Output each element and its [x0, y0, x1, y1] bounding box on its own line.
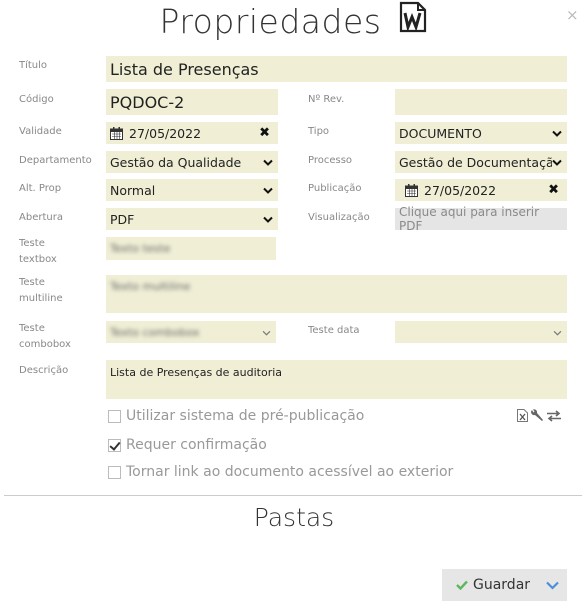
- teste-combobox-value: Texto combobox: [110, 325, 200, 339]
- link-exterior-label: Tornar link ao documento acessível ao ex…: [126, 464, 454, 480]
- chevron-down-icon: [553, 325, 562, 340]
- tipo-select[interactable]: DOCUMENTO: [395, 122, 567, 144]
- descricao-textarea[interactable]: Lista de Presenças de auditoria: [106, 360, 567, 399]
- processo-label: Processo: [308, 155, 353, 166]
- word-icon: [398, 1, 428, 41]
- validade-label: Validade: [19, 126, 62, 137]
- teste-textbox-label: Teste textbox: [19, 236, 57, 268]
- alt-prop-value: Normal: [110, 182, 156, 198]
- codigo-value: PQDOC-2: [110, 92, 185, 112]
- codigo-label: Código: [19, 94, 54, 105]
- chevron-down-icon: [263, 212, 273, 227]
- validade-date-picker[interactable]: 27/05/2022 ✖: [106, 122, 278, 144]
- check-icon: [456, 580, 468, 590]
- teste-combobox-select[interactable]: Texto combobox: [106, 321, 276, 343]
- swap-arrows-icon[interactable]: [546, 409, 562, 422]
- requer-confirmacao-label: Requer confirmação: [126, 437, 267, 453]
- checkbox-box[interactable]: [108, 465, 121, 479]
- departamento-label: Departamento: [19, 155, 92, 166]
- teste-combobox-label-line1: Teste: [19, 323, 45, 334]
- section-divider: [4, 495, 582, 496]
- processo-select[interactable]: Gestão de Documentação: [395, 151, 567, 173]
- chevron-down-icon: [262, 325, 271, 340]
- tipo-value: DOCUMENTO: [399, 125, 482, 141]
- chevron-down-icon: [552, 154, 562, 170]
- titulo-label: Título: [19, 60, 48, 71]
- link-exterior-checkbox[interactable]: Tornar link ao documento acessível ao ex…: [108, 464, 453, 480]
- save-label: Guardar: [473, 577, 531, 593]
- abertura-label: Abertura: [19, 212, 63, 223]
- chevron-down-icon: [263, 183, 273, 198]
- calendar-icon[interactable]: [405, 183, 418, 197]
- publicacao-date-picker[interactable]: 27/05/2022 ✖: [395, 179, 567, 201]
- teste-data-label: Teste data: [308, 325, 360, 336]
- close-icon[interactable]: ×: [566, 6, 579, 24]
- nrev-input[interactable]: [395, 89, 567, 115]
- teste-combobox-label: Teste combobox: [19, 321, 71, 353]
- alt-prop-select[interactable]: Normal: [106, 179, 278, 201]
- abertura-value: PDF: [110, 211, 135, 227]
- visualizacao-label: Visualização: [308, 212, 370, 223]
- teste-textbox-label-line2: textbox: [19, 254, 57, 265]
- processo-value: Gestão de Documentação: [399, 154, 562, 170]
- checkbox-box[interactable]: [108, 409, 121, 423]
- titulo-value: Lista de Presenças: [110, 59, 259, 79]
- teste-multiline-label-line2: multiline: [19, 293, 63, 304]
- departamento-select[interactable]: Gestão da Qualidade: [106, 151, 278, 173]
- abertura-select[interactable]: PDF: [106, 208, 278, 230]
- teste-multiline-value: Texto multiline: [110, 280, 191, 293]
- dialog-title: Propriedades: [0, 1, 588, 41]
- descricao-label: Descrição: [19, 365, 69, 376]
- teste-textbox-input[interactable]: Texto teste: [106, 237, 276, 260]
- teste-textbox-value: Texto teste: [110, 242, 171, 255]
- tool-icons: [517, 409, 562, 422]
- insert-pdf-label: Clique aqui para inserir PDF: [399, 205, 540, 233]
- teste-data-select[interactable]: [395, 321, 567, 343]
- teste-multiline-label: Teste multiline: [19, 275, 63, 307]
- calendar-icon[interactable]: [110, 126, 123, 140]
- save-dropdown-icon[interactable]: [546, 581, 559, 590]
- publicacao-label: Publicação: [308, 183, 362, 194]
- insert-pdf-button[interactable]: Clique aqui para inserir PDF: [395, 205, 567, 233]
- teste-multiline-textarea[interactable]: Texto multiline: [106, 275, 567, 313]
- publicacao-value: 27/05/2022: [424, 182, 497, 198]
- clear-date-icon[interactable]: ✖: [548, 183, 559, 198]
- alt-prop-label: Alt. Prop: [19, 183, 62, 194]
- chevron-down-icon: [552, 126, 562, 141]
- excel-file-icon[interactable]: [517, 409, 528, 422]
- checkbox-box[interactable]: [108, 438, 121, 452]
- dialog-title-text: Propriedades: [159, 2, 382, 41]
- teste-multiline-label-line1: Teste: [19, 277, 45, 288]
- nrev-label: Nº Rev.: [308, 94, 345, 105]
- chevron-down-icon: [263, 155, 273, 170]
- tipo-label: Tipo: [308, 126, 330, 137]
- teste-textbox-label-line1: Teste: [19, 238, 45, 249]
- clear-date-icon[interactable]: ✖: [259, 126, 270, 141]
- departamento-value: Gestão da Qualidade: [110, 154, 242, 170]
- titulo-input[interactable]: Lista de Presenças: [106, 56, 567, 82]
- descricao-value: Lista de Presenças de auditoria: [110, 366, 283, 379]
- validade-value: 27/05/2022: [129, 125, 202, 141]
- pre-publicacao-checkbox[interactable]: Utilizar sistema de pré-publicação: [108, 408, 364, 424]
- wrench-icon[interactable]: [530, 409, 544, 422]
- save-button[interactable]: Guardar: [442, 569, 567, 601]
- requer-confirmacao-checkbox[interactable]: Requer confirmação: [108, 437, 267, 453]
- pastas-section-title: Pastas: [253, 503, 335, 532]
- pre-publicacao-label: Utilizar sistema de pré-publicação: [126, 408, 365, 424]
- codigo-input[interactable]: PQDOC-2: [106, 89, 278, 115]
- teste-combobox-label-line2: combobox: [19, 339, 71, 350]
